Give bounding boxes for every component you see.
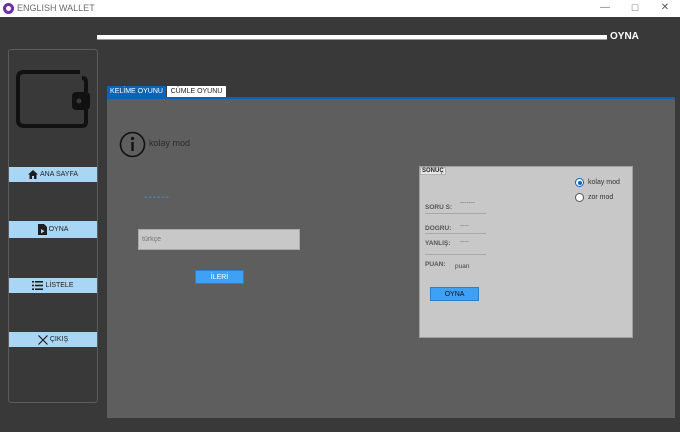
radio-selected-icon — [575, 178, 584, 187]
app-logo-icon — [3, 3, 14, 14]
sidebar-item-list[interactable]: LİSTELE — [9, 278, 97, 293]
list-icon — [32, 281, 44, 290]
word-display: ------ — [144, 192, 170, 203]
minimize-button[interactable]: — — [590, 1, 620, 15]
wrong-label: YANLIŞ: — [425, 240, 451, 247]
result-title: SONUÇ — [420, 167, 446, 175]
question-value: ------- — [460, 199, 476, 206]
progress-fill — [97, 35, 607, 39]
result-panel: SONUÇ kolay mod zor mod SORU S: ------- … — [419, 166, 633, 338]
wrong-value: ---- — [460, 238, 469, 245]
wallet-logo-icon — [16, 70, 90, 128]
file-play-icon — [37, 224, 47, 235]
answer-input[interactable] — [138, 229, 300, 250]
page-title: OYNA — [610, 31, 639, 42]
play-button[interactable]: OYNA — [430, 287, 479, 301]
info-icon — [119, 131, 146, 158]
title-bar: ENGLISH WALLET — ☐ ✕ — [0, 0, 680, 17]
correct-value: ---- — [460, 222, 469, 229]
hard-mode-radio[interactable]: zor mod — [575, 193, 613, 202]
divider — [425, 254, 486, 255]
home-icon — [28, 170, 38, 179]
divider — [425, 233, 486, 234]
hard-mode-label: zor mod — [588, 194, 614, 201]
maximize-button[interactable]: ☐ — [620, 1, 650, 15]
sidebar-item-label: ANA SAYFA — [40, 171, 78, 178]
score-value: puan — [455, 263, 470, 270]
progress-bar — [97, 35, 607, 40]
sidebar: ANA SAYFA OYNA LİSTELE ÇIKIŞ — [8, 49, 98, 403]
sidebar-item-home[interactable]: ANA SAYFA — [9, 167, 97, 182]
mode-label: kolay mod — [149, 138, 191, 148]
sidebar-item-play[interactable]: OYNA — [9, 221, 97, 238]
next-button[interactable]: İLERİ — [195, 270, 244, 284]
sidebar-item-label: OYNA — [48, 226, 69, 233]
radio-unselected-icon — [575, 193, 584, 202]
question-label: SORU S: — [425, 204, 453, 211]
close-window-button[interactable]: ✕ — [650, 1, 680, 15]
sidebar-item-exit[interactable]: ÇIKIŞ — [9, 332, 97, 347]
sidebar-item-label: LİSTELE — [45, 282, 74, 289]
correct-label: DOGRU: — [425, 225, 452, 232]
divider — [425, 213, 486, 214]
window-title: ENGLISH WALLET — [17, 3, 95, 13]
sidebar-item-label: ÇIKIŞ — [49, 336, 69, 343]
easy-mode-radio[interactable]: kolay mod — [575, 178, 620, 187]
easy-mode-label: kolay mod — [588, 179, 620, 186]
close-icon — [37, 334, 48, 345]
score-label: PUAN: — [425, 261, 446, 268]
